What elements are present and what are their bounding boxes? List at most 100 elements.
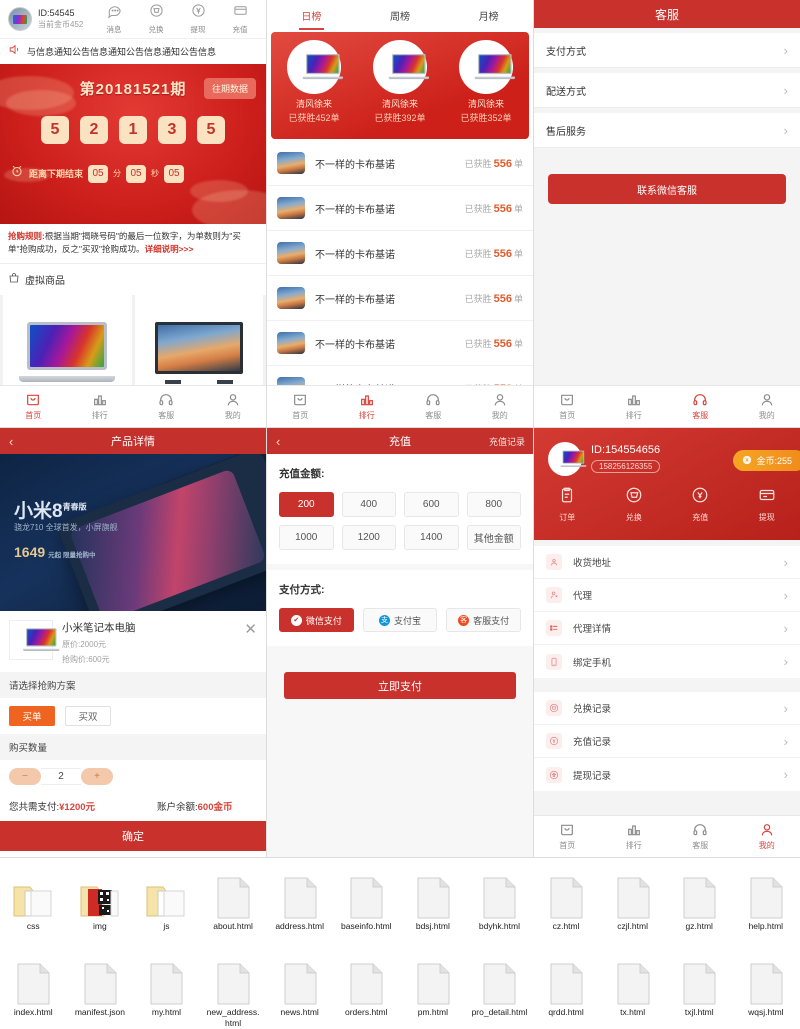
ranking-tab-weekly[interactable]: 周榜 [356,0,445,30]
table-row[interactable]: 不一样的卡布基诺 已获胜556单 [267,276,533,321]
podium-winner[interactable]: 清风徐来 已获胜452单 [277,40,351,124]
my-row-recharge-record[interactable]: 充值记录 › [534,725,800,758]
tab-my[interactable]: 我的 [734,816,800,857]
file-item[interactable]: manifest.json [67,946,134,1029]
file-item[interactable]: txjl.html [666,946,733,1029]
pay-method-alipay[interactable]: 支 支付宝 [362,608,438,632]
quick-action-withdraw[interactable]: 提现 [734,486,800,523]
file-item[interactable]: index.html [0,946,67,1029]
tab-my[interactable]: 我的 [200,386,267,427]
my-row-agent-detail[interactable]: 代理详情 › [534,612,800,645]
my-row-bind-phone[interactable]: 绑定手机 › [534,645,800,678]
table-row[interactable]: 不一样的卡布基诺 已获胜556单 [267,141,533,186]
quick-action-exchange[interactable]: 兑换 [601,486,668,523]
quick-action-recharge[interactable]: 充值 [667,486,734,523]
table-row[interactable]: 不一样的卡布基诺 已获胜556单 [267,186,533,231]
chevron-left-icon[interactable]: ‹ [276,434,280,449]
chevron-left-icon[interactable]: ‹ [9,434,13,449]
file-item[interactable]: bdyhk.html [466,860,533,946]
file-item[interactable]: address.html [266,860,333,946]
amount-option[interactable]: 400 [341,492,396,517]
file-item[interactable]: gz.html [666,860,733,946]
file-item[interactable]: czjl.html [599,860,666,946]
home-action-recharge[interactable]: 充值 [226,3,254,35]
podium-winner[interactable]: 清风徐来 已获胜392单 [363,40,437,124]
notice-bar[interactable]: 与信息通知公告信息通知公告信息通知公告信息 [0,38,266,64]
file-item[interactable]: css [0,860,67,946]
home-action-withdraw[interactable]: 提现 [184,3,212,35]
file-item[interactable]: cz.html [533,860,600,946]
file-item[interactable]: js [133,860,200,946]
tab-service[interactable]: 客服 [400,386,467,427]
file-name: czjl.html [617,921,648,931]
amount-option[interactable]: 200 [279,492,334,517]
file-item[interactable]: pro_detail.html [466,946,533,1029]
file-item[interactable]: baseinfo.html [333,860,400,946]
amount-option[interactable]: 1000 [279,525,334,550]
tab-service[interactable]: 客服 [667,816,734,857]
my-invite-code[interactable]: 158256126355 [591,460,661,473]
file-item[interactable]: new_address.html [200,946,267,1029]
table-row[interactable]: 不一样的卡布基诺 已获胜556单 [267,231,533,276]
podium-winner[interactable]: 清风徐来 已获胜352单 [449,40,523,124]
file-item[interactable]: wqsj.html [733,946,800,1029]
file-item[interactable]: qrdd.html [533,946,600,1029]
service-row-aftersale[interactable]: 售后服务 › [534,113,800,148]
tab-service[interactable]: 客服 [667,386,734,427]
tab-service[interactable]: 客服 [133,386,200,427]
ranking-tab-monthly[interactable]: 月榜 [444,0,533,30]
tab-home[interactable]: 首页 [534,816,601,857]
file-item[interactable]: orders.html [333,946,400,1029]
quantity-plus-button[interactable]: + [81,768,113,785]
amount-option[interactable]: 600 [404,492,459,517]
home-action-exchange[interactable]: 兑换 [142,3,170,35]
plan-option-single[interactable]: 买单 [9,706,55,726]
confirm-button[interactable]: 确定 [0,821,266,851]
tab-home[interactable]: 首页 [534,386,601,427]
table-row[interactable]: 不一样的卡布基诺 已获胜556单 [267,321,533,366]
tab-my[interactable]: 我的 [467,386,534,427]
pay-method-service[interactable]: 客 客服支付 [446,608,522,632]
tab-ranking[interactable]: 排行 [601,386,668,427]
my-row-withdraw-record[interactable]: 提现记录 › [534,758,800,791]
quantity-minus-button[interactable]: − [9,768,41,785]
file-item[interactable]: img [67,860,134,946]
contact-wechat-service-button[interactable]: 联系微信客服 [548,174,786,204]
rule-detail-link[interactable]: 详细说明>>> [145,244,194,254]
tab-home[interactable]: 首页 [0,386,67,427]
amount-option[interactable]: 800 [466,492,521,517]
home-action-message[interactable]: 消息 [100,3,128,35]
amount-option[interactable]: 1200 [341,525,396,550]
pay-method-wechat[interactable]: ✔ 微信支付 [279,608,354,632]
file-item[interactable]: tx.html [599,946,666,1029]
file-item[interactable]: help.html [733,860,800,946]
quantity-value[interactable]: 2 [41,768,81,785]
tab-my[interactable]: 我的 [734,386,800,427]
plan-option-double[interactable]: 买双 [65,706,111,726]
service-row-delivery[interactable]: 配送方式 › [534,73,800,108]
history-data-button[interactable]: 往期数据 [203,78,256,99]
file-item[interactable]: news.html [266,946,333,1029]
tab-home[interactable]: 首页 [267,386,334,427]
ranking-tab-daily[interactable]: 日榜 [267,0,356,30]
file-item[interactable]: pm.html [400,946,467,1029]
file-item[interactable]: about.html [200,860,267,946]
tab-ranking[interactable]: 排行 [67,386,134,427]
amount-option-other[interactable]: 其他金额 [466,525,521,550]
my-row-address[interactable]: 收货地址 › [534,546,800,579]
service-row-payment[interactable]: 支付方式 › [534,33,800,68]
quick-action-orders[interactable]: 订单 [534,486,601,523]
tab-ranking[interactable]: 排行 [334,386,401,427]
close-icon[interactable]: ✕ [244,620,257,638]
recharge-records-link[interactable]: 充值记录 [489,435,525,448]
avatar[interactable] [548,442,587,476]
file-item[interactable]: bdsj.html [400,860,467,946]
avatar[interactable] [8,7,32,31]
balance-badge[interactable]: ¥ 金币:255 [733,450,800,471]
pay-now-button[interactable]: 立即支付 [284,672,516,699]
my-row-exchange-record[interactable]: 兑换记录 › [534,692,800,725]
tab-ranking[interactable]: 排行 [601,816,668,857]
my-row-agent[interactable]: 代理 › [534,579,800,612]
file-item[interactable]: my.html [133,946,200,1029]
amount-option[interactable]: 1400 [404,525,459,550]
